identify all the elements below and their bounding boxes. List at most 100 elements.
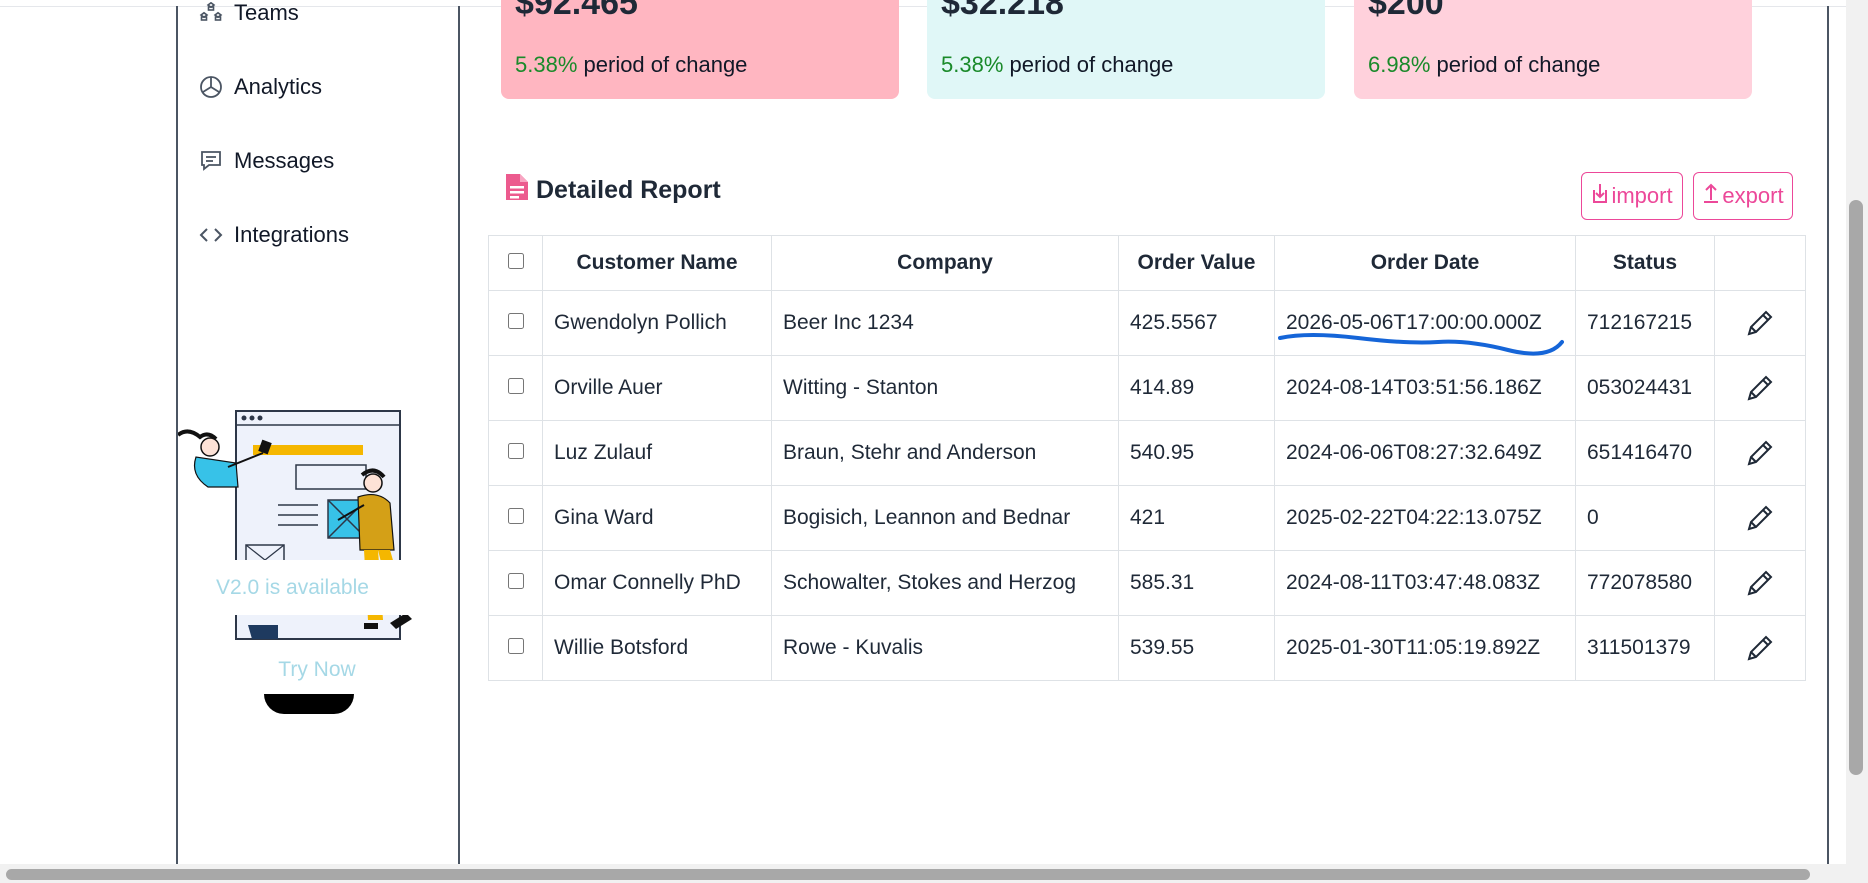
row-actions	[1714, 615, 1806, 681]
row-actions	[1714, 420, 1806, 486]
sidebar-item-label: Teams	[234, 0, 299, 25]
sidebar-item-integrations[interactable]: Integrations	[198, 222, 349, 248]
column-header-customer[interactable]: Customer Name	[542, 235, 772, 291]
row-checkbox[interactable]	[507, 378, 524, 394]
order-value: 585.31	[1118, 550, 1275, 616]
status: 311501379	[1575, 615, 1715, 681]
status: 772078580	[1575, 550, 1715, 616]
edit-pencil-icon[interactable]	[1726, 438, 1794, 468]
document-icon	[504, 172, 530, 209]
order-value: 540.95	[1118, 420, 1275, 486]
company-name: Beer Inc 1234	[771, 290, 1119, 356]
edit-pencil-icon[interactable]	[1726, 373, 1794, 403]
column-header-order-value[interactable]: Order Value	[1118, 235, 1275, 291]
edit-pencil-icon[interactable]	[1726, 568, 1794, 598]
row-checkbox[interactable]	[507, 508, 524, 524]
teams-icon	[198, 0, 224, 26]
sidebar-item-label: Messages	[234, 148, 335, 173]
row-checkbox[interactable]	[507, 443, 524, 459]
promo-button-base	[264, 694, 354, 714]
stat-value: $32.218	[941, 0, 1064, 22]
order-date: 2025-02-22T04:22:13.075Z	[1274, 485, 1576, 551]
status: 0	[1575, 485, 1715, 551]
export-icon	[1702, 182, 1720, 210]
row-select-cell	[488, 290, 543, 356]
status: 712167215	[1575, 290, 1715, 356]
customer-name: Willie Botsford	[542, 615, 772, 681]
order-value: 539.55	[1118, 615, 1275, 681]
pie-chart-icon	[198, 74, 224, 100]
order-date: 2024-08-11T03:47:48.083Z	[1274, 550, 1576, 616]
change-label: period of change	[1436, 52, 1601, 77]
order-date: 2024-06-06T08:27:32.649Z	[1274, 420, 1576, 486]
horizontal-scrollbar-thumb[interactable]	[6, 869, 1810, 880]
sidebar-item-label: Integrations	[234, 222, 349, 247]
sidebar-item-messages[interactable]: Messages	[198, 148, 334, 174]
column-header-company[interactable]: Company	[771, 235, 1119, 291]
edit-pencil-icon[interactable]	[1726, 503, 1794, 533]
customer-name: Luz Zulauf	[542, 420, 772, 486]
promo-banner: V2.0 is available	[198, 560, 420, 615]
column-header-status[interactable]: Status	[1575, 235, 1715, 291]
table-row: Gina Ward Bogisich, Leannon and Bednar 4…	[488, 485, 1806, 551]
status: 651416470	[1575, 420, 1715, 486]
company-name: Braun, Stehr and Anderson	[771, 420, 1119, 486]
row-select-cell	[488, 355, 543, 421]
order-value: 414.89	[1118, 355, 1275, 421]
status: 053024431	[1575, 355, 1715, 421]
sidebar-item-analytics[interactable]: Analytics	[198, 74, 322, 100]
import-button[interactable]: import	[1581, 172, 1683, 220]
order-value: 425.5567	[1118, 290, 1275, 356]
row-checkbox[interactable]	[507, 573, 524, 589]
column-header-actions	[1714, 235, 1806, 291]
row-checkbox[interactable]	[507, 313, 524, 329]
stat-change: 5.38% period of change	[941, 52, 1173, 78]
company-name: Rowe - Kuvalis	[771, 615, 1119, 681]
sidebar-right-border	[458, 6, 460, 864]
export-label: export	[1722, 183, 1784, 208]
row-select-cell	[488, 420, 543, 486]
edit-pencil-icon[interactable]	[1726, 633, 1794, 663]
row-actions	[1714, 290, 1806, 356]
company-name: Bogisich, Leannon and Bednar	[771, 485, 1119, 551]
promo-text: V2.0 is available	[216, 575, 369, 599]
sidebar-item-label: Analytics	[234, 74, 323, 99]
import-label: import	[1611, 183, 1673, 208]
row-select-cell	[488, 485, 543, 551]
row-checkbox[interactable]	[507, 638, 524, 654]
edit-pencil-icon[interactable]	[1726, 308, 1794, 338]
customer-name: Gwendolyn Pollich	[542, 290, 772, 356]
vertical-scrollbar-thumb[interactable]	[1849, 200, 1863, 775]
select-all-cell	[488, 235, 543, 291]
stat-card-2: $32.218 5.38% period of change	[927, 0, 1325, 99]
report-title: Detailed Report	[504, 172, 721, 209]
company-name: Schowalter, Stokes and Herzog	[771, 550, 1119, 616]
change-percent: 6.98%	[1368, 52, 1431, 77]
order-value: 421	[1118, 485, 1275, 551]
message-icon	[198, 148, 224, 174]
row-actions	[1714, 355, 1806, 421]
change-percent: 5.38%	[515, 52, 578, 77]
table-header-row: Customer Name Company Order Value Order …	[488, 235, 1806, 291]
export-button[interactable]: export	[1693, 172, 1793, 220]
column-header-order-date[interactable]: Order Date	[1274, 235, 1576, 291]
try-now-button[interactable]: Try Now	[262, 650, 372, 690]
customer-name: Orville Auer	[542, 355, 772, 421]
customer-name: Omar Connelly PhD	[542, 550, 772, 616]
row-actions	[1714, 485, 1806, 551]
table-row: Luz Zulauf Braun, Stehr and Anderson 540…	[488, 420, 1806, 486]
stat-card-1: $92.465 5.38% period of change	[501, 0, 899, 99]
sidebar-item-teams[interactable]: Teams	[198, 0, 299, 26]
table-row: Orville Auer Witting - Stanton 414.89 20…	[488, 355, 1806, 421]
select-all-checkbox[interactable]	[507, 253, 524, 269]
annotation-underline	[1278, 333, 1564, 356]
row-actions	[1714, 550, 1806, 616]
row-select-cell	[488, 615, 543, 681]
stat-card-3: $200 6.98% period of change	[1354, 0, 1752, 99]
table-row: Gwendolyn Pollich Beer Inc 1234 425.5567…	[488, 290, 1806, 356]
stat-change: 6.98% period of change	[1368, 52, 1600, 78]
content-right-border	[1827, 6, 1829, 864]
row-select-cell	[488, 550, 543, 616]
table-row: Willie Botsford Rowe - Kuvalis 539.55 20…	[488, 615, 1806, 681]
order-date: 2024-08-14T03:51:56.186Z	[1274, 355, 1576, 421]
